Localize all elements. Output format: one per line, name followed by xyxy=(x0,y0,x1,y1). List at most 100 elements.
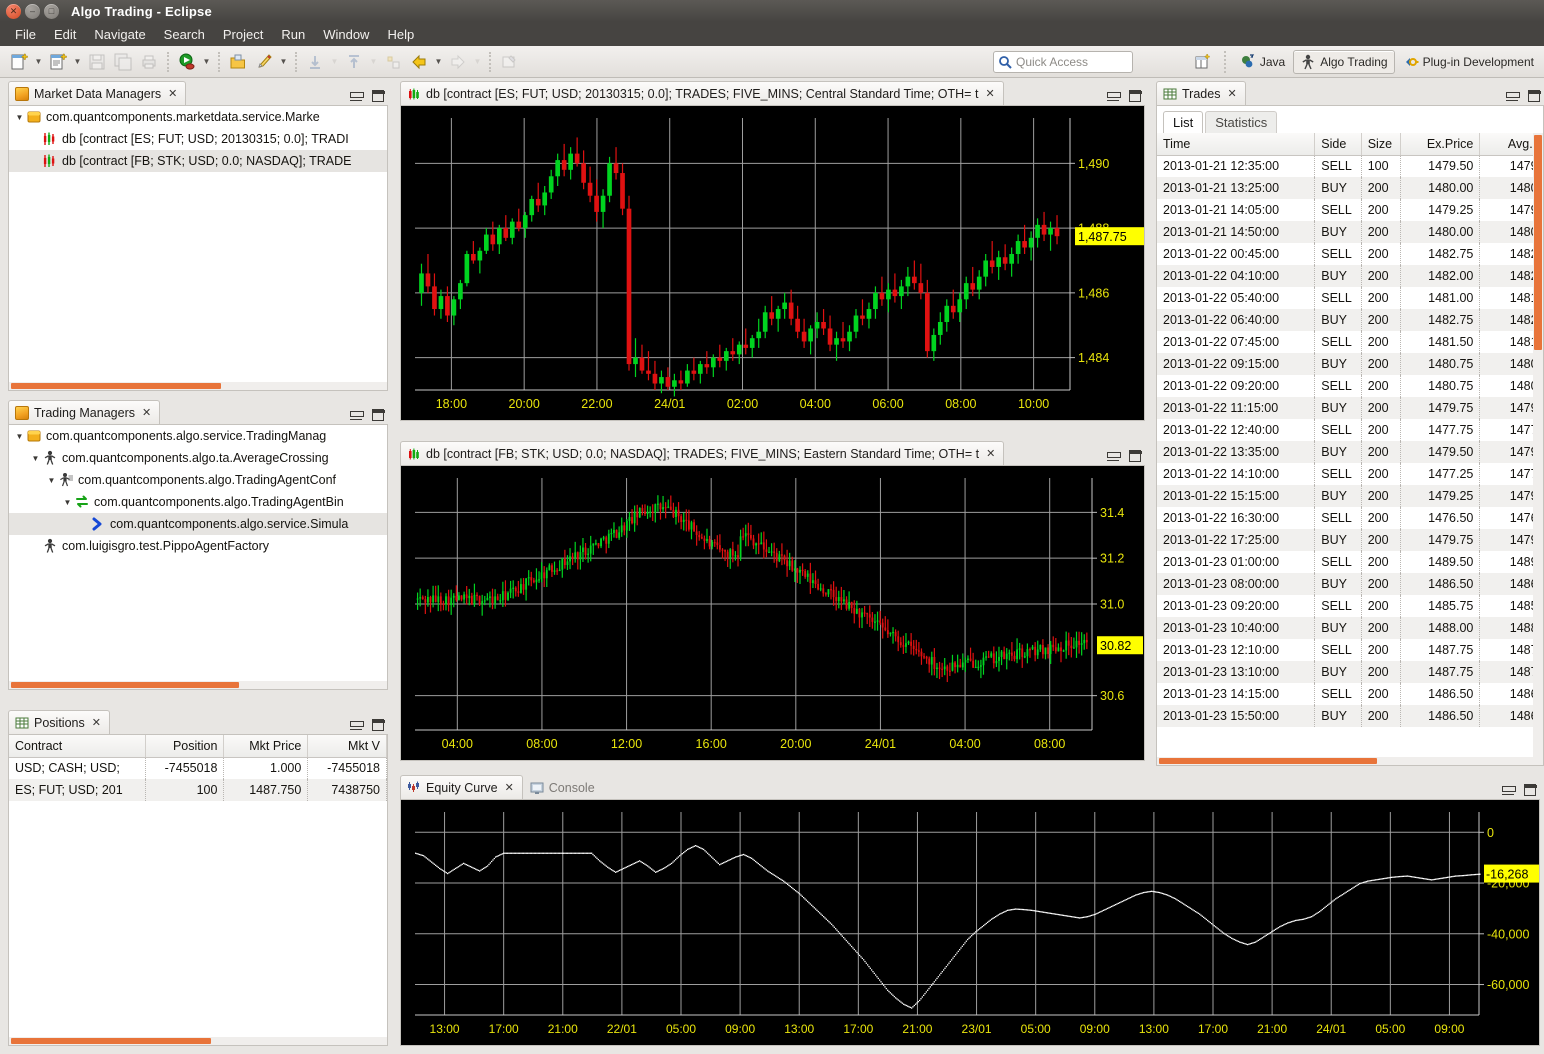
trading-managers-tree[interactable]: ▼ com.quantcomponents.algo.service.Tradin… xyxy=(9,425,387,557)
maximize-icon[interactable] xyxy=(372,90,385,102)
table-row[interactable]: 2013-01-21 12:35:00SELL1001479.501479.5 xyxy=(1157,155,1543,177)
tab-fb-chart[interactable]: db [contract [FB; STK; USD; 0.0; NASDAQ]… xyxy=(400,441,1005,465)
menu-item-help[interactable]: Help xyxy=(378,25,423,44)
close-icon[interactable]: ✕ xyxy=(505,781,514,794)
column-header[interactable]: Ex.Price xyxy=(1400,133,1481,156)
minimize-icon[interactable] xyxy=(350,91,364,101)
minimize-icon[interactable] xyxy=(1502,785,1516,795)
table-row[interactable]: 2013-01-21 14:05:00SELL2001479.251479.2 xyxy=(1157,199,1543,221)
tab-positions[interactable]: Positions ✕ xyxy=(8,710,110,734)
perspective-algo-trading[interactable]: Algo Trading xyxy=(1293,50,1395,74)
table-row[interactable]: 2013-01-23 15:50:00BUY2001486.501486.5 xyxy=(1157,705,1543,727)
column-header[interactable]: Size xyxy=(1361,133,1402,156)
market-data-tree[interactable]: ▼ com.quantcomponents.marketdata.service.… xyxy=(9,106,387,172)
table-row[interactable]: 2013-01-23 10:40:00BUY2001488.001488.0 xyxy=(1157,617,1543,639)
horizontal-scrollbar[interactable] xyxy=(1157,757,1543,765)
tab-es-chart[interactable]: db [contract [ES; FUT; USD; 20130315; 0.… xyxy=(400,81,1004,105)
window-minimize-button[interactable]: – xyxy=(25,3,40,19)
tree-item[interactable]: db [contract [ES; FUT; USD; 20130315; 0.… xyxy=(9,128,387,150)
column-header[interactable]: Side xyxy=(1314,133,1362,156)
table-row[interactable]: 2013-01-22 12:40:00SELL2001477.751477.7 xyxy=(1157,419,1543,441)
menu-item-project[interactable]: Project xyxy=(214,25,272,44)
table-row[interactable]: 2013-01-23 09:20:00SELL2001485.751485.7 xyxy=(1157,595,1543,617)
table-row[interactable]: 2013-01-23 14:15:00SELL2001486.501486.5 xyxy=(1157,683,1543,705)
minimize-icon[interactable] xyxy=(1107,451,1121,461)
open-perspective-icon[interactable] xyxy=(1190,49,1216,75)
table-row[interactable]: 2013-01-23 01:00:00SELL2001489.501489.5 xyxy=(1157,551,1543,573)
es-candlestick-chart[interactable]: 1,4901,4881,4861,48418:0020:0022:0024/01… xyxy=(401,106,1144,420)
maximize-icon[interactable] xyxy=(1524,784,1537,796)
tree-item[interactable]: db [contract [FB; STK; USD; 0.0; NASDAQ]… xyxy=(9,150,387,172)
menu-item-window[interactable]: Window xyxy=(314,25,378,44)
minimize-icon[interactable] xyxy=(350,410,364,420)
equity-curve-chart[interactable]: 0-20,000-40,000-60,00013:00 17:00 21:00 22/… xyxy=(401,800,1539,1045)
table-row[interactable]: 2013-01-22 14:10:00SELL2001477.251477.2 xyxy=(1157,463,1543,485)
expand-arrow-icon[interactable]: ▼ xyxy=(13,113,26,122)
back-dropdown-icon[interactable]: ▼ xyxy=(432,49,445,75)
perspective-java[interactable]: Java xyxy=(1234,51,1291,73)
table-row[interactable]: 2013-01-22 07:45:00SELL2001481.501481.5 xyxy=(1157,331,1543,353)
expand-arrow-icon[interactable]: ▼ xyxy=(61,498,74,507)
expand-arrow-icon[interactable]: ▼ xyxy=(45,476,58,485)
close-icon[interactable]: ✕ xyxy=(985,87,994,100)
maximize-icon[interactable] xyxy=(1129,90,1142,102)
expand-arrow-icon[interactable]: ▼ xyxy=(13,432,26,441)
maximize-icon[interactable] xyxy=(1129,450,1142,462)
maximize-icon[interactable] xyxy=(372,719,385,731)
table-row[interactable]: 2013-01-22 17:25:00BUY2001479.751479.7 xyxy=(1157,529,1543,551)
window-maximize-button[interactable]: □ xyxy=(44,3,59,19)
menu-item-navigate[interactable]: Navigate xyxy=(85,25,154,44)
scrollbar-thumb[interactable] xyxy=(1534,135,1542,350)
close-icon[interactable]: ✕ xyxy=(92,716,101,729)
close-icon[interactable]: ✕ xyxy=(168,87,177,100)
table-row[interactable]: 2013-01-22 09:15:00BUY2001480.751480.7 xyxy=(1157,353,1543,375)
new-java-file-icon[interactable] xyxy=(45,49,71,75)
run-icon[interactable] xyxy=(174,49,200,75)
menu-item-file[interactable]: File xyxy=(6,25,45,44)
tab-trades[interactable]: Trades ✕ xyxy=(1156,81,1246,105)
tab-trades-list[interactable]: List xyxy=(1163,111,1204,133)
horizontal-scrollbar[interactable] xyxy=(9,1037,387,1045)
column-header[interactable]: Mkt Price xyxy=(223,735,309,758)
table-row[interactable]: USD; CASH; USD; -7455018 1.000 -7455018 xyxy=(9,757,387,779)
menu-item-edit[interactable]: Edit xyxy=(45,25,85,44)
horizontal-scrollbar[interactable] xyxy=(9,382,387,390)
table-row[interactable]: 2013-01-21 14:50:00BUY2001480.001480.0 xyxy=(1157,221,1543,243)
tree-item[interactable]: ▼ com.quantcomponents.marketdata.service.… xyxy=(9,106,387,128)
close-icon[interactable]: ✕ xyxy=(142,406,151,419)
tree-item[interactable]: ▼ com.quantcomponents.algo.ta.AverageCros… xyxy=(9,447,387,469)
new-wizard-icon[interactable] xyxy=(6,49,32,75)
column-header[interactable]: Time xyxy=(1157,133,1316,156)
minimize-icon[interactable] xyxy=(350,720,364,730)
perspective-plugin-development[interactable]: Plug-in Development xyxy=(1397,51,1540,73)
window-close-button[interactable]: ✕ xyxy=(6,3,21,19)
scrollbar-thumb[interactable] xyxy=(11,682,239,688)
tree-item[interactable]: com.luigisgro.test.PippoAgentFactory xyxy=(9,535,387,557)
run-dropdown-icon[interactable]: ▼ xyxy=(200,49,213,75)
table-row[interactable]: 2013-01-22 16:30:00SELL2001476.501476.5 xyxy=(1157,507,1543,529)
tree-item[interactable]: ▼ com.quantcomponents.algo.TradingAgentCo… xyxy=(9,469,387,491)
vertical-scrollbar[interactable] xyxy=(1533,133,1543,765)
tab-equity-curve[interactable]: Equity Curve ✕ xyxy=(400,775,523,799)
menu-item-search[interactable]: Search xyxy=(155,25,214,44)
table-row[interactable]: ES; FUT; USD; 201 100 1487.750 7438750 xyxy=(9,779,387,801)
maximize-icon[interactable] xyxy=(1528,90,1541,102)
minimize-icon[interactable] xyxy=(1506,91,1520,101)
tab-trades-statistics[interactable]: Statistics xyxy=(1205,111,1278,133)
table-row[interactable]: 2013-01-22 04:10:00BUY2001482.001482.0 xyxy=(1157,265,1543,287)
tree-item[interactable]: ▼ com.quantcomponents.algo.service.Tradin… xyxy=(9,425,387,447)
scrollbar-thumb[interactable] xyxy=(11,1038,211,1044)
table-row[interactable]: 2013-01-22 11:15:00BUY2001479.751479.7 xyxy=(1157,397,1543,419)
table-row[interactable]: 2013-01-22 05:40:00SELL2001481.001481.0 xyxy=(1157,287,1543,309)
close-icon[interactable]: ✕ xyxy=(1227,87,1236,100)
menu-item-run[interactable]: Run xyxy=(272,25,314,44)
external-tools-icon[interactable] xyxy=(251,49,277,75)
tab-trading-managers[interactable]: Trading Managers ✕ xyxy=(8,400,161,424)
open-type-icon[interactable] xyxy=(225,49,251,75)
scrollbar-thumb[interactable] xyxy=(1159,758,1377,764)
minimize-icon[interactable] xyxy=(1107,91,1121,101)
close-icon[interactable]: ✕ xyxy=(986,447,995,460)
expand-arrow-icon[interactable]: ▼ xyxy=(29,454,42,463)
column-header[interactable]: Position xyxy=(145,735,225,758)
horizontal-scrollbar[interactable] xyxy=(9,681,387,689)
